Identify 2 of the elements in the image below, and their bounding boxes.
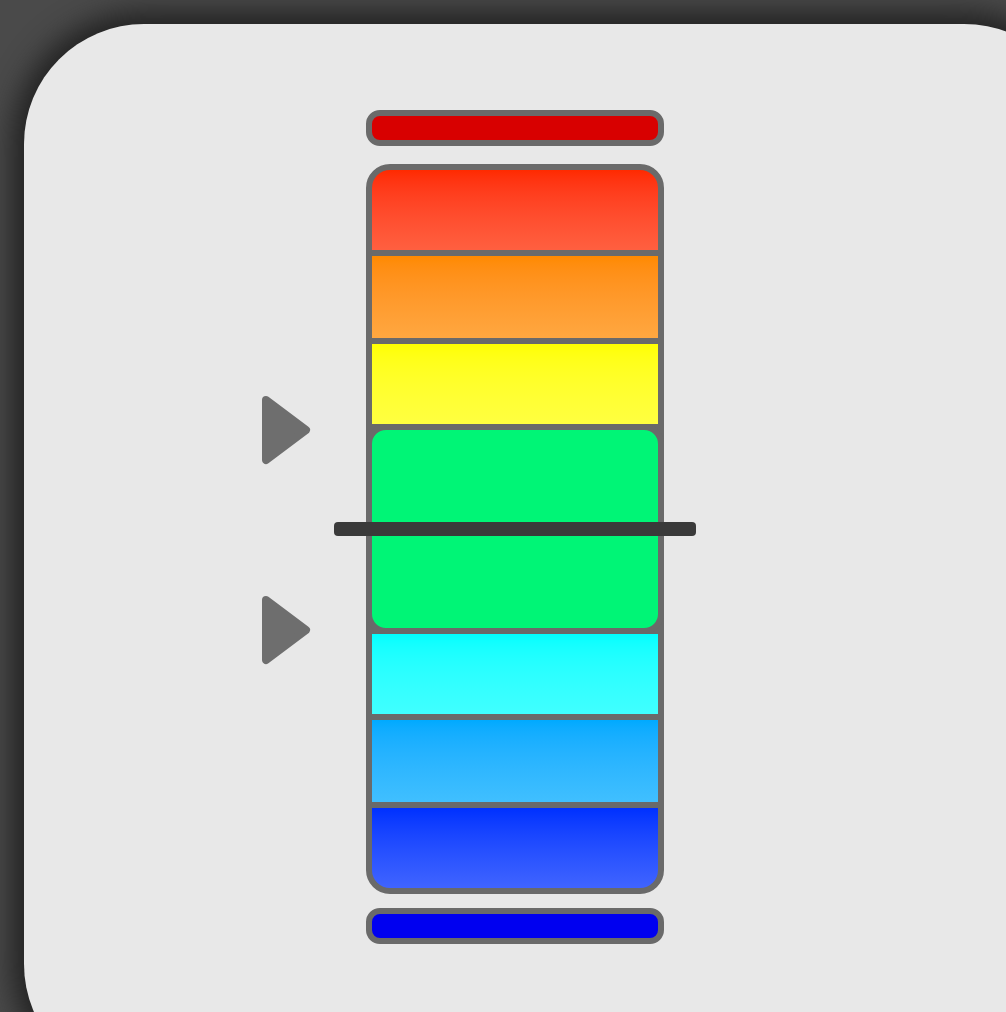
pointer-icon [260,593,312,666]
pointer-icon [260,394,312,467]
